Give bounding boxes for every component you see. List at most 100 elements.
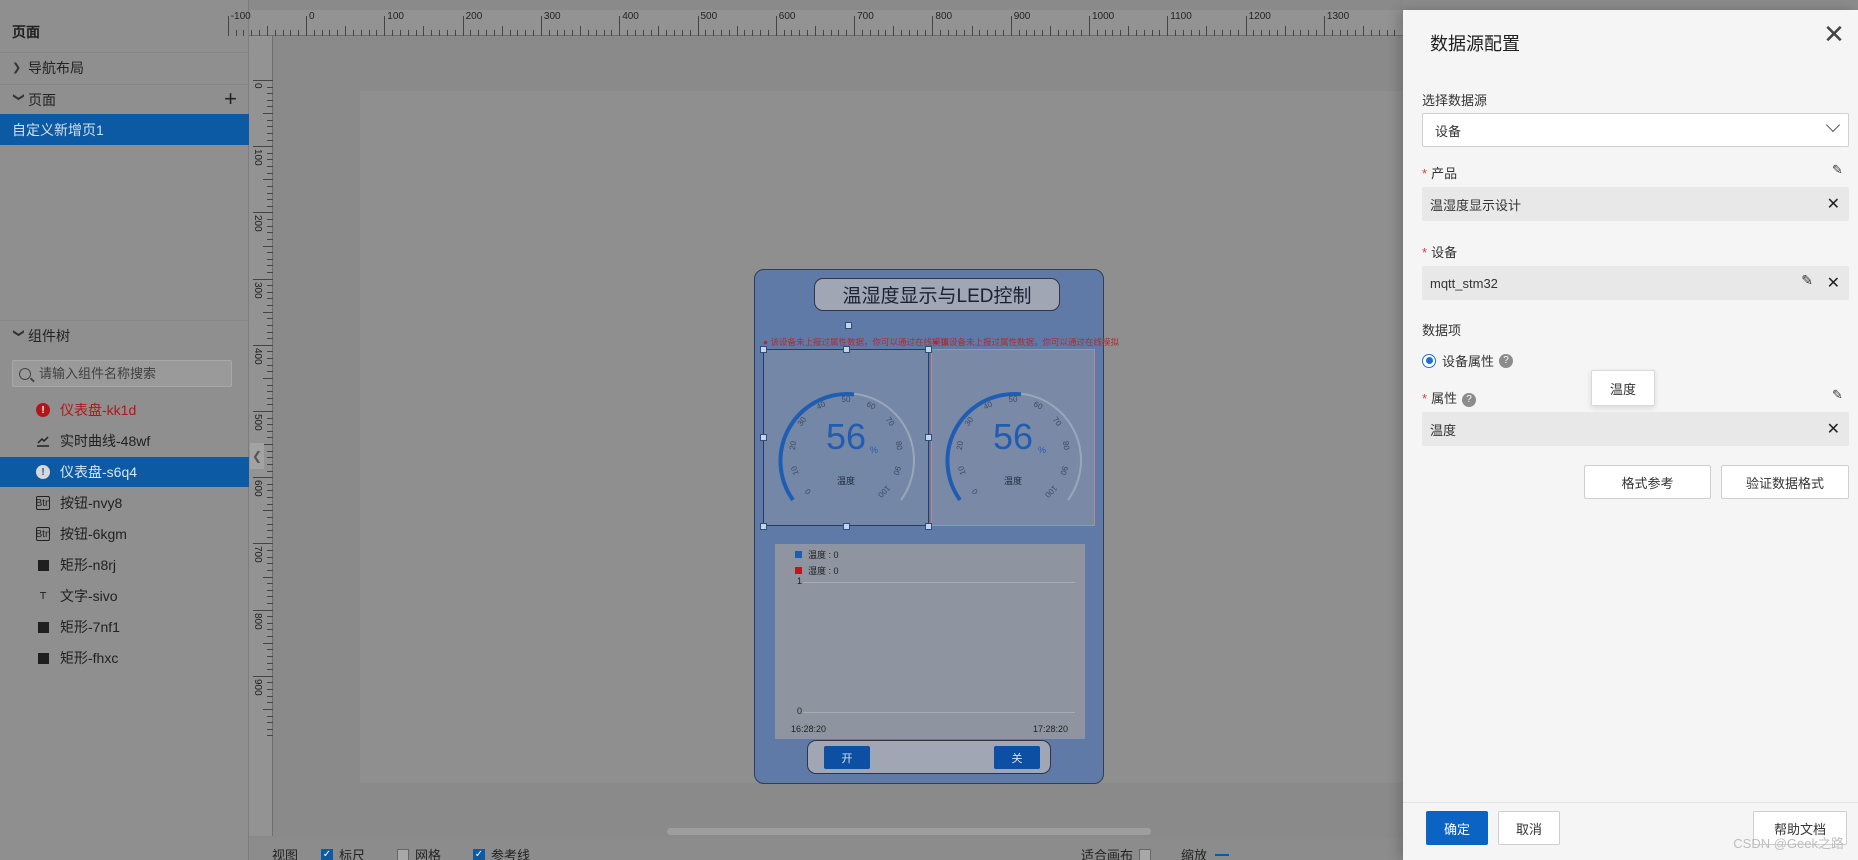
edit-pencil-icon[interactable]: ✎ xyxy=(1801,273,1813,289)
ruler-minor-tick xyxy=(267,265,273,267)
ruler-minor-tick xyxy=(486,30,488,36)
ruler-minor-tick xyxy=(267,397,273,399)
section-component-tree[interactable]: ❯ 组件树 xyxy=(0,320,249,350)
resize-handle[interactable] xyxy=(760,346,767,353)
component-search[interactable] xyxy=(12,360,232,387)
section-nav-layout[interactable]: ❯ 导航布局 xyxy=(0,52,249,82)
close-icon[interactable]: ✕ xyxy=(1822,22,1846,48)
edit-pencil-icon[interactable]: ✎ xyxy=(1832,163,1843,178)
verify-format-button[interactable]: 验证数据格式 xyxy=(1721,465,1849,499)
ruler-minor-tick xyxy=(376,30,378,36)
ruler-minor-tick xyxy=(439,30,441,36)
led-off-button[interactable]: 关 xyxy=(994,746,1040,769)
resize-handle[interactable] xyxy=(843,523,850,530)
ruler-toggle[interactable]: ✓ 标尺 xyxy=(321,845,365,860)
ruler-minor-tick xyxy=(1370,30,1372,36)
page-item[interactable]: 自定义新增页1 xyxy=(0,114,249,145)
legend-temperature: 温度 : 0 xyxy=(795,548,839,561)
guides-toggle[interactable]: ✓ 参考线 xyxy=(473,845,530,860)
ruler-minor-tick xyxy=(1065,30,1067,36)
collapse-panel-icon[interactable]: ❮ xyxy=(250,443,264,469)
format-reference-button[interactable]: 格式参考 xyxy=(1584,465,1711,499)
tree-item-button-nvy8[interactable]: Btn 按钮-nvy8 xyxy=(0,488,249,518)
resize-handle[interactable] xyxy=(925,523,932,530)
device-label: * 设备 xyxy=(1422,245,1458,260)
gauge-s6q4[interactable]: 0 10 20 30 40 50 60 70 80 90 100 56 % 温度 xyxy=(931,349,1095,526)
ruler-minor-tick xyxy=(1135,30,1137,36)
ruler-minor-tick xyxy=(263,576,273,578)
fit-canvas-toggle[interactable]: 适合画布 xyxy=(1081,845,1157,860)
attribute-field[interactable]: 温度 ✕ xyxy=(1422,412,1849,446)
confirm-button[interactable]: 确定 xyxy=(1426,811,1488,845)
help-icon[interactable]: ? xyxy=(1462,392,1477,407)
horizontal-scrollbar[interactable] xyxy=(667,828,1151,835)
add-page-icon[interactable]: + xyxy=(224,88,237,110)
product-label: * 产品 xyxy=(1422,166,1458,181)
resize-handle[interactable] xyxy=(925,434,932,441)
resize-handle[interactable] xyxy=(843,346,850,353)
design-board[interactable]: 温湿度显示与LED控制 ● 该设备未上报过属性数据，你可以通过在线模拟 0 10 2… xyxy=(360,91,1403,784)
clear-icon[interactable]: ✕ xyxy=(1827,421,1840,437)
device-attribute-radio[interactable]: 设备属性 ? xyxy=(1422,351,1514,370)
ruler-minor-tick xyxy=(392,30,394,36)
ruler-minor-tick xyxy=(298,30,300,36)
zoom-slider[interactable] xyxy=(1215,853,1230,856)
ruler-label: 200 xyxy=(252,215,263,233)
product-field[interactable]: 温湿度显示设计 ✕ xyxy=(1422,187,1849,221)
product-field-value: 温湿度显示设计 xyxy=(1430,197,1522,213)
tree-item-rect-7nf1[interactable]: 矩形-7nf1 xyxy=(0,612,249,642)
led-on-button[interactable]: 开 xyxy=(824,746,870,769)
ruler-major-tick xyxy=(253,411,273,412)
ruler-minor-tick xyxy=(267,152,273,154)
resize-handle[interactable] xyxy=(760,434,767,441)
resize-handle[interactable] xyxy=(925,346,932,353)
help-icon[interactable]: ? xyxy=(1499,353,1514,368)
gauge-kk1d[interactable]: 0 10 20 30 40 50 60 70 80 90 100 56 % 温度 xyxy=(763,349,929,526)
ruler-minor-tick xyxy=(1190,30,1192,36)
ruler-minor-tick xyxy=(267,629,273,631)
tree-item-curve-48wf[interactable]: 实时曲线-48wf xyxy=(0,426,249,456)
ruler-minor-tick xyxy=(267,622,273,624)
phone-title[interactable]: 温湿度显示与LED控制 xyxy=(814,278,1060,311)
ruler-minor-tick xyxy=(548,30,550,36)
tree-item-rect-fhxc[interactable]: 矩形-fhxc xyxy=(0,643,249,673)
resize-handle[interactable] xyxy=(760,523,767,530)
tree-item-gauge-s6q4[interactable]: ! 仪表盘-s6q4 xyxy=(0,457,249,487)
ruler-minor-tick xyxy=(267,338,273,340)
zoom-control[interactable]: 缩放 xyxy=(1181,845,1230,860)
cancel-button[interactable]: 取消 xyxy=(1498,811,1560,845)
clear-icon[interactable]: ✕ xyxy=(1827,196,1840,212)
text-icon: T xyxy=(39,590,47,602)
device-field[interactable]: mqtt_stm32 ✎ ✕ xyxy=(1422,266,1849,300)
ruler-minor-tick xyxy=(979,30,981,36)
realtime-chart[interactable]: 温度 : 0 湿度 : 0 1 0 16:28:20 17:28:20 xyxy=(775,544,1085,739)
ruler-minor-tick xyxy=(509,30,511,36)
phone-frame[interactable]: 温湿度显示与LED控制 ● 该设备未上报过属性数据，你可以通过在线模拟 0 10 2… xyxy=(754,269,1119,784)
ruler-minor-tick xyxy=(446,30,448,36)
tree-item-rect-n8rj[interactable]: 矩形-n8rj xyxy=(0,550,249,580)
ruler-minor-tick xyxy=(267,132,273,134)
grid-toggle[interactable]: 网格 xyxy=(397,845,441,860)
ruler-minor-tick xyxy=(290,30,292,36)
component-search-input[interactable] xyxy=(39,366,219,381)
datasource-drawer: 数据源配置 ✕ 选择数据源 设备 * 产品 ✎ 温湿度显示设计 ✕ * 设备 mqt… xyxy=(1403,10,1858,860)
tree-item-gauge-kk1d[interactable]: ! 仪表盘-kk1d xyxy=(0,395,249,425)
ruler-minor-tick xyxy=(1206,26,1208,36)
ruler-minor-tick xyxy=(869,30,871,36)
section-pages-label: 页面 xyxy=(28,91,56,108)
ruler-minor-tick xyxy=(1175,30,1177,36)
ruler-minor-tick xyxy=(1198,30,1200,36)
tree-item-text-sivo[interactable]: T 文字-sivo xyxy=(0,581,249,611)
section-pages[interactable]: ❯ 页面 + xyxy=(0,84,249,114)
clear-icon[interactable]: ✕ xyxy=(1827,275,1840,291)
edit-pencil-icon[interactable]: ✎ xyxy=(1832,388,1843,403)
tree-item-button-6kgm[interactable]: Btn 按钮-6kgm xyxy=(0,519,249,549)
ruler-minor-tick xyxy=(407,30,409,36)
ruler-label: 100 xyxy=(252,149,263,166)
ruler-major-tick xyxy=(253,477,273,479)
ruler-label: 1200 xyxy=(1248,11,1271,22)
ruler-minor-tick xyxy=(987,30,989,36)
resize-handle[interactable] xyxy=(845,322,852,329)
source-select[interactable]: 设备 xyxy=(1422,113,1849,147)
ruler-minor-tick xyxy=(650,30,652,36)
